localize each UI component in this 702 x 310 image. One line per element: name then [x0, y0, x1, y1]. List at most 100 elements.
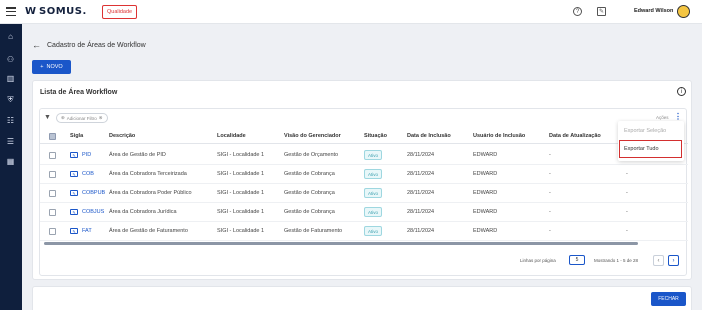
table-row[interactable]: ✎ COB Área da Cobradora Terceirizada SIG…	[40, 165, 688, 184]
library-icon[interactable]: ▥	[5, 73, 16, 84]
select-all-checkbox[interactable]	[49, 133, 56, 140]
users-icon[interactable]: ⚇	[5, 54, 16, 65]
actions-menu: Exportar Seleção Exportar Tudo	[618, 121, 684, 161]
cell-usuario: EDWARD	[473, 190, 498, 196]
sidebar: ⌂ ⚇ ▥ ⛨ ☷ ☰ ▦	[0, 24, 22, 310]
status-badge: Ativo	[364, 169, 382, 179]
cell-data-inclusao: 28/11/2024	[407, 190, 435, 196]
add-circle-icon: ⊕	[61, 115, 65, 120]
chevron-left-icon[interactable]: ‹	[653, 255, 664, 266]
edit-icon[interactable]: ✎	[70, 209, 78, 215]
plus-icon: +	[40, 64, 44, 70]
table-row[interactable]: ✎ PID Área de Gestão de PID SIGI - Local…	[40, 146, 688, 165]
cell-usuario: EDWARD	[473, 171, 498, 177]
announcement-icon[interactable]: ✎	[597, 7, 606, 16]
table-row[interactable]: ✎ COBJUS Área da Cobradora Jurídica SIGI…	[40, 203, 688, 222]
sigla-link[interactable]: FAT	[82, 228, 92, 234]
cell-extra: -	[626, 190, 628, 196]
edit-icon[interactable]: ✎	[70, 228, 78, 234]
page-header: ← Cadastro de Áreas de Workflow	[32, 40, 146, 50]
menu-icon[interactable]	[6, 7, 16, 16]
edit-icon[interactable]: ✎	[70, 171, 78, 177]
cell-data-atualizacao: -	[549, 209, 551, 215]
cell-descricao: Área da Cobradora Jurídica	[109, 209, 177, 215]
grid-icon[interactable]: ▦	[5, 156, 16, 167]
column-header[interactable]: Data de Atualização	[549, 133, 601, 139]
rows-per-page-select[interactable]: 5	[569, 255, 585, 265]
home-icon[interactable]: ⌂	[5, 31, 16, 42]
top-bar: W SOMUS. Qualidade ? ✎ Edward Wilson	[0, 0, 702, 24]
add-filter-chip[interactable]: ⊕ Adicionar Filtro ⊗	[56, 113, 108, 123]
cell-localidade: SIGI - Localidade 1	[217, 228, 265, 234]
column-header[interactable]: Sigla	[70, 133, 83, 139]
close-circle-icon[interactable]: ⊗	[99, 115, 103, 121]
help-circle-icon[interactable]: ?	[573, 7, 582, 16]
export-selection-item: Exportar Seleção	[624, 128, 667, 134]
row-checkbox[interactable]	[49, 209, 56, 216]
column-header[interactable]: Usuário de Inclusão	[473, 133, 525, 139]
cell-localidade: SIGI - Localidade 1	[217, 209, 265, 215]
row-checkbox[interactable]	[49, 152, 56, 159]
cell-extra: -	[626, 209, 628, 215]
cell-extra: -	[626, 228, 628, 234]
column-header[interactable]: Visão do Gerenciador	[284, 133, 341, 139]
cell-descricao: Área da Cobradora Poder Público	[109, 190, 192, 196]
sigla-link[interactable]: COBPUB	[82, 190, 105, 196]
rows-per-page-label: Linhas por página	[520, 258, 556, 263]
close-button[interactable]: FECHAR	[651, 292, 686, 306]
cell-extra: -	[626, 171, 628, 177]
sigla-link[interactable]: COB	[82, 171, 94, 177]
row-checkbox[interactable]	[49, 228, 56, 235]
status-badge: Ativo	[364, 188, 382, 198]
new-button-label: NOVO	[46, 64, 63, 70]
table-row[interactable]: ✎ COBPUB Área da Cobradora Poder Público…	[40, 184, 688, 203]
row-checkbox[interactable]	[49, 171, 56, 178]
cell-visao: Gestão de Cobrança	[284, 171, 335, 177]
cell-data-inclusao: 28/11/2024	[407, 152, 435, 158]
sigla-link[interactable]: PID	[82, 152, 91, 158]
new-button[interactable]: + NOVO	[32, 60, 71, 74]
avatar[interactable]	[677, 5, 690, 18]
filter-icon[interactable]: ▼	[44, 114, 51, 121]
cell-usuario: EDWARD	[473, 209, 498, 215]
row-checkbox[interactable]	[49, 190, 56, 197]
cell-localidade: SIGI - Localidade 1	[217, 190, 265, 196]
cell-visao: Gestão de Orçamento	[284, 152, 339, 158]
add-filter-label: Adicionar Filtro	[66, 115, 97, 121]
column-header[interactable]: Data de Inclusão	[407, 133, 451, 139]
edit-icon[interactable]: ✎	[70, 190, 78, 196]
cell-visao: Gestão de Cobrança	[284, 190, 335, 196]
back-arrow-icon[interactable]: ←	[32, 40, 41, 50]
cell-data-atualizacao: -	[549, 228, 551, 234]
actions-label[interactable]: Ações	[656, 115, 669, 120]
list-check-icon[interactable]: ☰	[5, 136, 16, 147]
cell-visao: Gestão de Cobrança	[284, 209, 335, 215]
page-title: Cadastro de Áreas de Workflow	[47, 41, 146, 49]
table-row[interactable]: ✎ FAT Área de Gestão de Faturamento SIGI…	[40, 222, 688, 241]
pagination-info: Mostrando 1 - 5 de 28	[594, 258, 639, 263]
cell-data-atualizacao: -	[549, 152, 551, 158]
cell-localidade: SIGI - Localidade 1	[217, 171, 265, 177]
shield-icon[interactable]: ⛨	[5, 94, 16, 105]
chevron-right-icon[interactable]: ›	[668, 255, 679, 266]
user-name[interactable]: Edward Wilson	[634, 8, 673, 14]
cell-descricao: Área da Cobradora Terceirizada	[109, 171, 187, 177]
status-badge: Ativo	[364, 150, 382, 160]
table-header: Sigla Descrição Localidade Visão do Gere…	[40, 130, 688, 144]
list-settings-icon[interactable]: ☷	[5, 115, 16, 126]
info-icon[interactable]: i	[677, 87, 686, 96]
export-all-item[interactable]: Exportar Tudo	[624, 146, 659, 152]
edit-icon[interactable]: ✎	[70, 152, 78, 158]
cell-descricao: Área de Gestão de PID	[109, 152, 166, 158]
column-header[interactable]: Situação	[364, 133, 387, 139]
cell-data-atualizacao: -	[549, 171, 551, 177]
horizontal-scrollbar[interactable]	[44, 242, 638, 245]
column-header[interactable]: Localidade	[217, 133, 246, 139]
sigla-link[interactable]: COBJUS	[82, 209, 104, 215]
list-card: Lista de Área Workflow i ▼ ⊕ Adicionar F…	[32, 80, 692, 280]
table-container: ▼ ⊕ Adicionar Filtro ⊗ Ações ⋮ Sigla Des…	[39, 108, 688, 276]
column-header[interactable]: Descrição	[109, 133, 135, 139]
cell-localidade: SIGI - Localidade 1	[217, 152, 265, 158]
more-vertical-icon[interactable]: ⋮	[674, 112, 682, 121]
status-badge: Ativo	[364, 207, 382, 217]
